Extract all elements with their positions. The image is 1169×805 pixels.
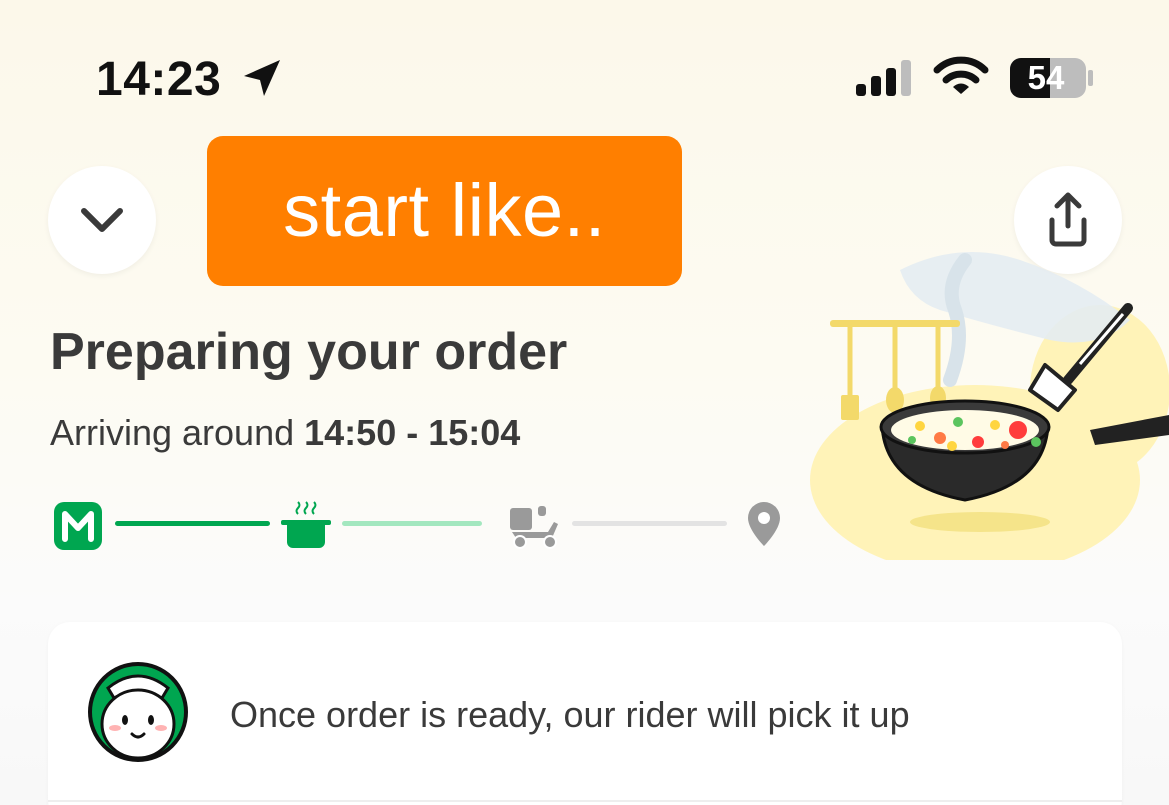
- order-status-title: Preparing your order: [50, 323, 568, 381]
- location-arrow-icon: [244, 60, 280, 96]
- overlay-caption: start like..: [207, 136, 682, 286]
- location-pin-icon: [748, 502, 780, 546]
- battery-level: 54: [1027, 59, 1065, 96]
- progress-segment-2: [342, 521, 482, 526]
- chevron-down-icon: [81, 208, 123, 232]
- wifi-icon: [933, 56, 989, 94]
- eta-window: 14:50 - 15:04: [304, 412, 521, 453]
- status-bar: 14:23 54: [0, 0, 1169, 110]
- cooking-wok-illustration: [810, 252, 1169, 560]
- eta-line: Arriving around 14:50 - 15:04: [50, 412, 520, 454]
- restaurant-m-icon: [54, 502, 102, 550]
- status-time: 14:23: [96, 53, 222, 106]
- card-divider: [48, 800, 1122, 802]
- rider-info-message: Once order is ready, our rider will pick…: [230, 694, 910, 735]
- progress-segment-3: [572, 521, 727, 526]
- delivery-scooter-icon: [510, 506, 558, 549]
- collapse-button[interactable]: [48, 166, 156, 274]
- rider-helmet-avatar-icon: [88, 662, 188, 762]
- progress-segment-1: [115, 521, 270, 526]
- cellular-signal-icon: [856, 60, 911, 96]
- cooking-pot-icon: [281, 501, 331, 548]
- eta-prefix: Arriving around: [50, 412, 295, 453]
